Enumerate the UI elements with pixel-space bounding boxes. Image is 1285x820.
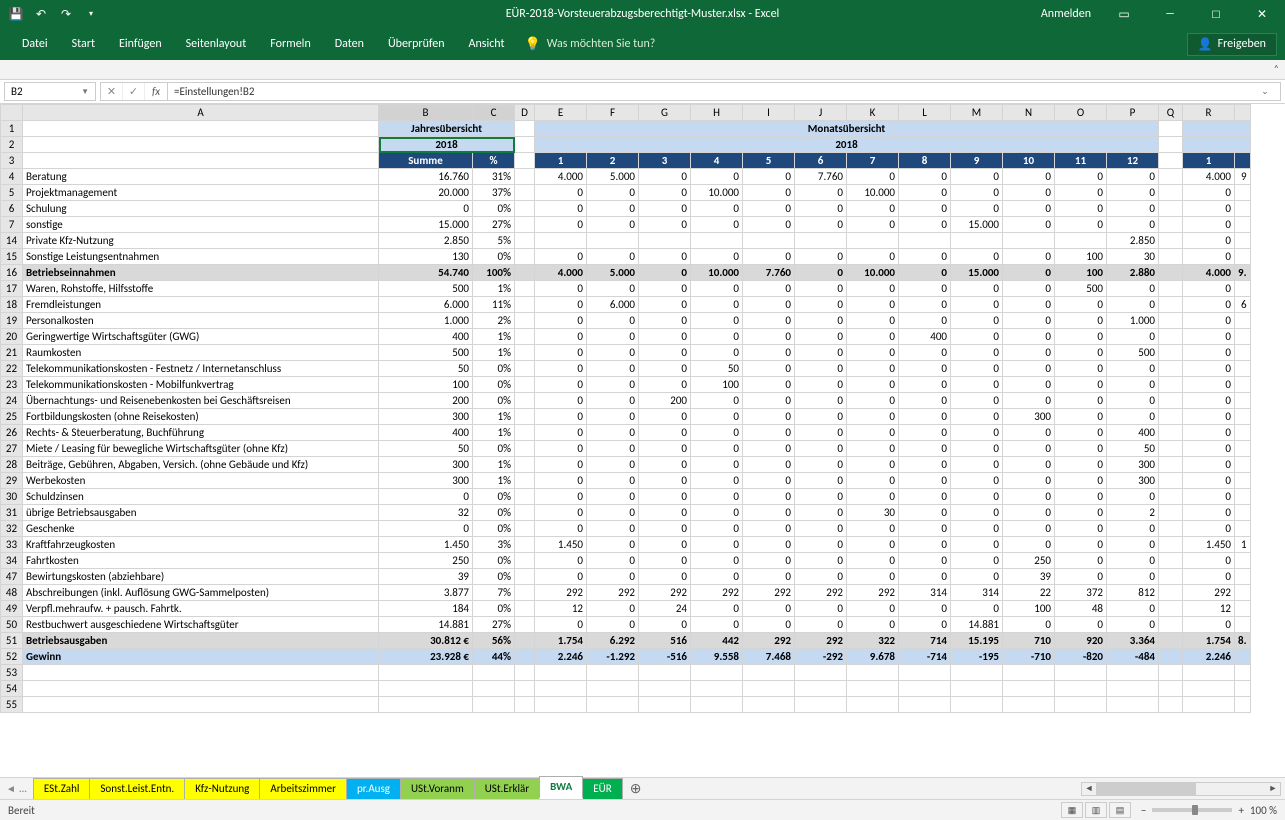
enter-fx-icon: ✓ xyxy=(123,83,145,100)
col-header[interactable]: J xyxy=(795,105,847,121)
share-button[interactable]: 👤 Freigeben xyxy=(1187,33,1277,56)
sheet-tab[interactable]: Kfz-Nutzung xyxy=(184,778,260,799)
col-header[interactable]: E xyxy=(535,105,587,121)
col-header[interactable]: D xyxy=(515,105,535,121)
sheet-tab[interactable]: ESt.Zahl xyxy=(33,778,90,799)
sheet-tab[interactable]: USt.Voranm xyxy=(400,778,475,799)
col-header[interactable]: O xyxy=(1055,105,1107,121)
fx-icon[interactable]: fx xyxy=(145,83,167,100)
sheet-tab[interactable]: pr.Ausg xyxy=(346,778,401,799)
name-box[interactable]: B2 ▼ xyxy=(4,82,96,101)
window-title: EÜR-2018-Vorsteuerabzugsberechtigt-Muste… xyxy=(506,7,780,21)
ribbon-tab-überprüfen[interactable]: Überprüfen xyxy=(376,28,457,60)
maximize-icon[interactable]: ☐ xyxy=(1193,0,1239,28)
status-ready: Bereit xyxy=(8,804,35,817)
view-layout-icon[interactable]: ▥ xyxy=(1085,802,1107,818)
ribbon-tab-daten[interactable]: Daten xyxy=(323,28,376,60)
active-cell: 2018 xyxy=(379,137,515,153)
ribbon-tab-formeln[interactable]: Formeln xyxy=(258,28,322,60)
ribbon-tab-datei[interactable]: Datei xyxy=(10,28,60,60)
signin-link[interactable]: Anmelden xyxy=(1031,0,1101,28)
zoom-in-icon[interactable]: + xyxy=(1238,804,1243,817)
share-icon: 👤 xyxy=(1198,37,1213,52)
sheet-tab[interactable]: Arbeitszimmer xyxy=(259,778,347,799)
cancel-fx-icon: ✕ xyxy=(101,83,123,100)
zoom-level[interactable]: 100 % xyxy=(1250,804,1277,817)
undo-icon[interactable]: ↶ xyxy=(31,4,51,24)
redo-icon[interactable]: ↷ xyxy=(56,4,76,24)
ribbon-tab-einfügen[interactable]: Einfügen xyxy=(107,28,174,60)
tellme-icon: 💡 xyxy=(525,37,541,52)
new-sheet-icon[interactable]: ⊕ xyxy=(622,778,650,799)
expand-fx-icon[interactable]: ⌄ xyxy=(1256,86,1274,97)
col-header[interactable]: A xyxy=(23,105,379,121)
col-header[interactable]: N xyxy=(1003,105,1055,121)
chevron-down-icon[interactable]: ▼ xyxy=(81,87,89,97)
hscrollbar[interactable]: ◄► xyxy=(1081,782,1281,796)
col-header[interactable]: Q xyxy=(1159,105,1183,121)
col-header[interactable]: G xyxy=(639,105,691,121)
close-icon[interactable]: ✕ xyxy=(1239,0,1285,28)
sheet-tab[interactable]: BWA xyxy=(539,776,583,799)
col-header[interactable]: H xyxy=(691,105,743,121)
zoom-out-icon[interactable]: − xyxy=(1141,804,1146,817)
col-header[interactable]: P xyxy=(1107,105,1159,121)
col-header[interactable]: I xyxy=(743,105,795,121)
col-header[interactable]: K xyxy=(847,105,899,121)
tab-more-icon[interactable]: ... xyxy=(19,782,27,795)
ribbon-tab-ansicht[interactable]: Ansicht xyxy=(457,28,517,60)
sheet-tab[interactable]: Sonst.Leist.Entn. xyxy=(89,778,185,799)
minimize-icon[interactable]: ― xyxy=(1147,0,1193,28)
collapse-ribbon-icon[interactable]: ˄ xyxy=(1274,62,1279,75)
formula-bar[interactable]: =Einstellungen!B2 ⌄ xyxy=(168,82,1281,101)
spreadsheet-grid[interactable]: ABCDEFGHIJKLMNOPQR1JahresübersichtMonats… xyxy=(0,104,1285,777)
save-icon[interactable]: 💾 xyxy=(6,4,26,24)
view-break-icon[interactable]: ▤ xyxy=(1109,802,1131,818)
ribbon-options-icon[interactable]: ▭ xyxy=(1101,0,1147,28)
tellme-input[interactable]: Was möchten Sie tun? xyxy=(547,37,656,51)
col-header[interactable]: R xyxy=(1183,105,1235,121)
col-header[interactable]: B xyxy=(379,105,473,121)
zoom-slider[interactable] xyxy=(1152,808,1232,812)
col-header[interactable]: M xyxy=(951,105,1003,121)
col-header[interactable]: C xyxy=(473,105,515,121)
ribbon-tab-seitenlayout[interactable]: Seitenlayout xyxy=(174,28,259,60)
qat-custom-icon[interactable]: ▾ xyxy=(81,4,101,24)
sheet-tab[interactable]: EÜR xyxy=(582,778,622,799)
tab-scroll-left-icon[interactable]: ◄ xyxy=(6,782,16,795)
sheet-tab[interactable]: USt.Erklär xyxy=(474,778,540,799)
ribbon-tab-start[interactable]: Start xyxy=(60,28,107,60)
col-header[interactable]: L xyxy=(899,105,951,121)
col-header[interactable]: F xyxy=(587,105,639,121)
view-normal-icon[interactable]: ▦ xyxy=(1061,802,1083,818)
